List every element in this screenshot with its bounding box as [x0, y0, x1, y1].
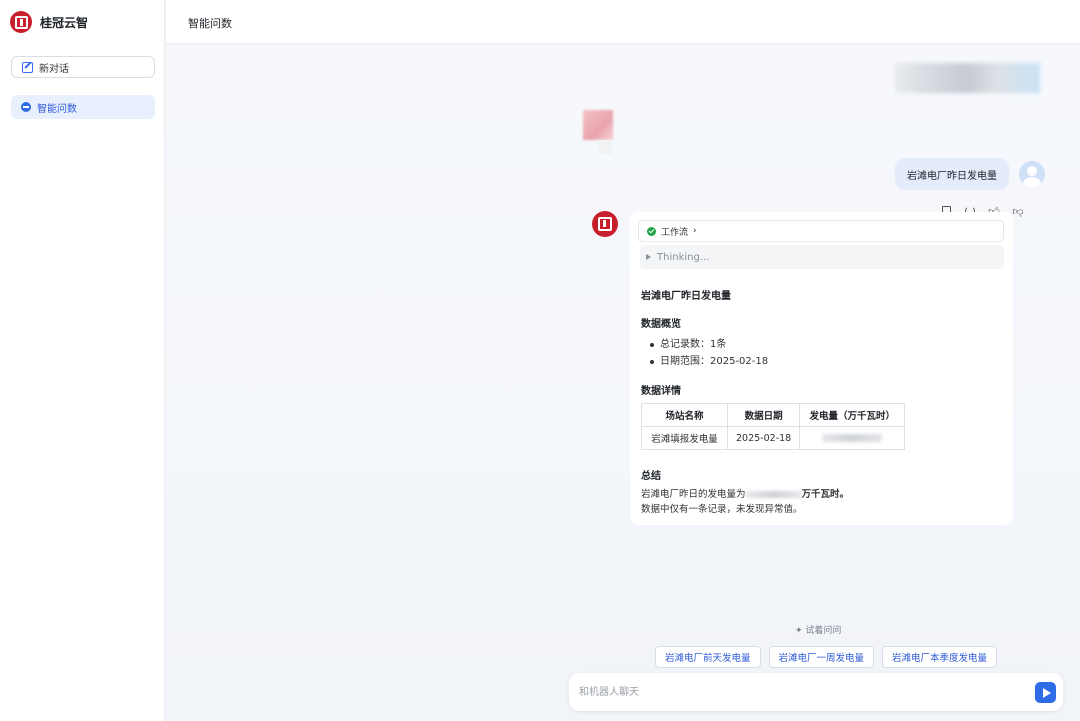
redacted-value	[822, 434, 883, 442]
triangle-right-icon	[646, 254, 651, 260]
table-cell: 岩滩填报发电量	[641, 426, 728, 450]
send-button[interactable]	[1035, 682, 1056, 703]
table-header: 数据日期	[726, 403, 801, 427]
thumbs-down-icon: 👎︎	[1012, 204, 1024, 218]
brand-name: 桂冠云智	[40, 15, 89, 30]
suggestion-chip[interactable]: 岩滩电厂本季度发电量	[882, 646, 998, 668]
check-circle-icon	[647, 226, 656, 236]
summary-heading: 总结	[641, 471, 661, 482]
top-bar: 智能问数	[166, 0, 1080, 44]
sidebar-item-smart-query[interactable]: 智能问数	[11, 95, 155, 119]
thinking-toggle[interactable]: Thinking...	[640, 245, 1004, 269]
new-chat-button[interactable]: 新对话	[11, 56, 155, 78]
redacted-avatar	[583, 110, 613, 140]
answer-card: 工作流 › Thinking... 岩滩电厂昨日发电量 数据概览 总记录数：1条…	[630, 212, 1013, 525]
redacted-image	[895, 63, 1040, 93]
table-header: 场站名称	[641, 403, 728, 427]
table-cell-redacted	[799, 426, 906, 450]
table-header: 发电量（万千瓦时）	[799, 403, 906, 427]
list-item: 总记录数：1条	[650, 336, 768, 353]
sidebar: 桂冠云智 新对话 智能问数	[0, 0, 165, 721]
user-message-bubble: 岩滩电厂昨日发电量	[895, 158, 1009, 190]
summary-text: 岩滩电厂昨日的发电量为 万千瓦时。 数据中仅有一条记录，未发现异常值。	[641, 487, 849, 517]
suggestions-label: ✦ 试着问问	[795, 626, 842, 636]
suggestion-chip[interactable]: 岩滩电厂前天发电量	[655, 646, 761, 668]
table-cell: 2025-02-18	[726, 426, 801, 450]
chat-input[interactable]	[579, 683, 1019, 701]
suggestion-chip[interactable]: 岩滩电厂一周发电量	[768, 646, 875, 668]
thinking-label: Thinking...	[657, 251, 710, 263]
summary-prefix: 岩滩电厂昨日的发电量为	[641, 489, 746, 500]
sidebar-item-label: 智能问数	[37, 103, 77, 115]
answer-title: 岩滩电厂昨日发电量	[641, 291, 731, 302]
bot-avatar	[592, 211, 618, 237]
summary-unit: 万千瓦时。	[801, 489, 850, 500]
redacted-avatar-fragment	[598, 140, 612, 154]
redacted-value	[745, 491, 802, 498]
overview-heading: 数据概览	[641, 319, 681, 330]
detail-heading: 数据详情	[641, 386, 681, 397]
user-message-row: 岩滩电厂昨日发电量	[895, 158, 1045, 190]
summary-line: 数据中仅有一条记录，未发现异常值。	[641, 504, 803, 515]
data-table: 场站名称 数据日期 发电量（万千瓦时） 岩滩填报发电量 2025-02-18	[641, 403, 906, 450]
user-avatar	[1019, 161, 1045, 187]
table-row: 岩滩填报发电量 2025-02-18	[641, 426, 906, 450]
send-icon	[1042, 687, 1051, 698]
chat-input-box	[569, 673, 1063, 711]
table-header-row: 场站名称 数据日期 发电量（万千瓦时）	[641, 403, 906, 427]
workflow-toggle[interactable]: 工作流 ›	[638, 220, 1004, 242]
summary-line: 岩滩电厂昨日的发电量为 万千瓦时。	[641, 487, 849, 502]
new-chat-label: 新对话	[39, 63, 69, 75]
edit-icon	[22, 61, 33, 73]
chevron-right-icon: ›	[693, 226, 697, 236]
chat-bubble-icon	[21, 102, 31, 112]
page-title: 智能问数	[188, 17, 232, 30]
suggestion-chips: 岩滩电厂前天发电量 岩滩电厂一周发电量 岩滩电厂本季度发电量	[655, 646, 998, 668]
overview-list: 总记录数：1条 日期范围：2025-02-18	[650, 336, 768, 370]
brand-logo-icon	[10, 11, 32, 33]
list-item: 日期范围：2025-02-18	[650, 353, 768, 370]
brand: 桂冠云智	[10, 10, 88, 34]
workflow-label: 工作流	[661, 227, 689, 238]
